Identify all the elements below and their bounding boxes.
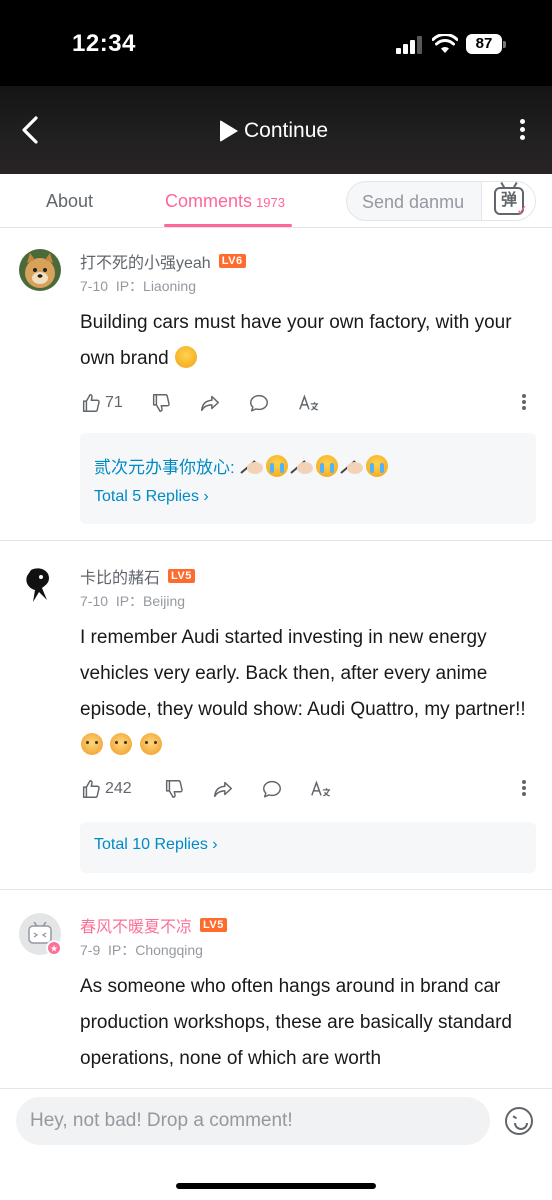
dislike-button[interactable] [163,776,185,802]
username[interactable]: 春风不暖夏不凉 [80,913,192,937]
continue-label: Continue [244,119,329,142]
thumbs-down-icon [165,780,183,798]
translate-button[interactable] [298,390,320,416]
comment-meta: 7-10 IP：Beijing [80,593,186,609]
bottom-comment-bar: Hey, not bad! Drop a comment! [0,1088,552,1200]
video-header: Continue [0,86,552,174]
thumbs-down-icon [152,394,170,412]
doge-emoji-icon [139,733,162,755]
user-row: 春风不暖夏不凉 LV5 [80,913,227,937]
comment-actions: 71 [80,390,540,416]
reply-button[interactable] [248,390,270,416]
thumbs-up-icon [82,394,100,412]
comment-item: ★ 春风不暖夏不凉 LV5 7-9 IP：Chongqing As someon… [0,891,552,1091]
share-icon [201,395,219,412]
comment-item: 卡比的赭石 LV5 7-10 IP：Beijing I remember Aud… [0,542,552,890]
comments-count: 1973 [256,195,285,210]
comment-meta: 7-9 IP：Chongqing [80,942,203,958]
crying-emoji-icon [366,455,389,477]
comment-content: As someone who often hangs around in bra… [80,976,512,1069]
tab-about[interactable]: About [46,191,93,212]
continue-button[interactable]: Continue [220,114,328,148]
comment-content: I remember Audi started investing in new… [80,620,530,764]
crying-emoji-icon [266,455,289,477]
active-tab-indicator [164,224,292,227]
comment-item: 打不死的小强yeah LV6 7-10 IP：Liaoning Building… [0,229,552,541]
translate-button[interactable] [310,776,332,802]
total-replies-link[interactable]: Total 5 Replies › [94,488,209,506]
level-badge: LV5 [168,569,195,583]
translate-icon [311,780,331,797]
level-badge: LV6 [218,254,246,268]
username[interactable]: 打不死的小强yeah [80,249,211,273]
tab-bar: About Comments 1973 Send danmu 弹 ✓ [0,174,552,228]
total-replies-link[interactable]: Total 10 Replies › [94,836,218,854]
comment-bubble-icon [263,780,281,798]
doge-emoji-icon [81,733,103,755]
tab-comments-label: Comments [165,191,253,211]
like-button[interactable]: 71 [80,390,123,416]
reply-username[interactable]: 贰次元办事你放心: [94,458,235,477]
home-indicator [176,1183,376,1189]
comment-meta: 7-10 IP：Liaoning [80,278,196,294]
status-bar: 12:34 87 [0,0,552,86]
reply-preview: 贰次元办事你放心: [94,453,389,478]
send-danmu-input[interactable]: Send danmu 弹 ✓ [346,181,536,221]
wifi-icon [432,34,458,53]
tab-comments[interactable]: Comments 1973 [165,191,285,212]
thumbs-up-icon [82,780,100,798]
share-button[interactable] [212,776,234,802]
level-badge: LV5 [200,918,227,932]
comment-content: Building cars must have your own factory… [80,312,512,369]
writing-hand-emoji-icon [240,460,264,474]
share-button[interactable] [199,390,221,416]
dislike-button[interactable] [150,390,172,416]
comment-bubble-icon [250,394,268,412]
writing-hand-emoji-icon [340,460,364,474]
replies-box[interactable]: Total 10 Replies › [80,822,536,873]
svg-text:★: ★ [50,945,58,955]
emoji-icon[interactable] [505,1107,533,1135]
reply-button[interactable] [261,776,283,802]
avatar[interactable] [19,564,61,606]
danmu-toggle-button[interactable]: 弹 ✓ [481,182,535,220]
status-time: 12:34 [72,30,136,57]
username[interactable]: 卡比的赭石 [80,564,160,588]
writing-hand-emoji-icon [290,460,314,474]
like-button[interactable]: 242 [80,776,132,802]
comment-input-placeholder: Hey, not bad! Drop a comment! [30,1110,293,1131]
crying-emoji-icon [316,455,339,477]
comment-actions: 242 [80,776,540,802]
avatar[interactable]: ★ [19,913,62,956]
comment-more-icon[interactable] [520,392,528,414]
avatar[interactable] [19,249,61,291]
signal-icon [396,36,422,54]
danmu-placeholder: Send danmu [362,192,465,212]
comment-more-icon[interactable] [520,778,528,800]
danmu-icon: 弹 ✓ [494,187,528,217]
play-icon [220,120,238,142]
comment-input[interactable]: Hey, not bad! Drop a comment! [16,1097,490,1145]
replies-box[interactable]: 贰次元办事你放心: Total 5 Replies › [80,433,536,524]
back-icon[interactable] [14,112,50,148]
fear-emoji-icon [175,346,198,368]
translate-icon [299,394,319,411]
share-icon [214,781,232,798]
doge-emoji-icon [110,733,133,755]
user-row: 卡比的赭石 LV5 [80,564,195,588]
user-row: 打不死的小强yeah LV6 [80,249,246,273]
more-options-icon[interactable] [510,116,534,146]
battery-icon: 87 [466,34,506,54]
